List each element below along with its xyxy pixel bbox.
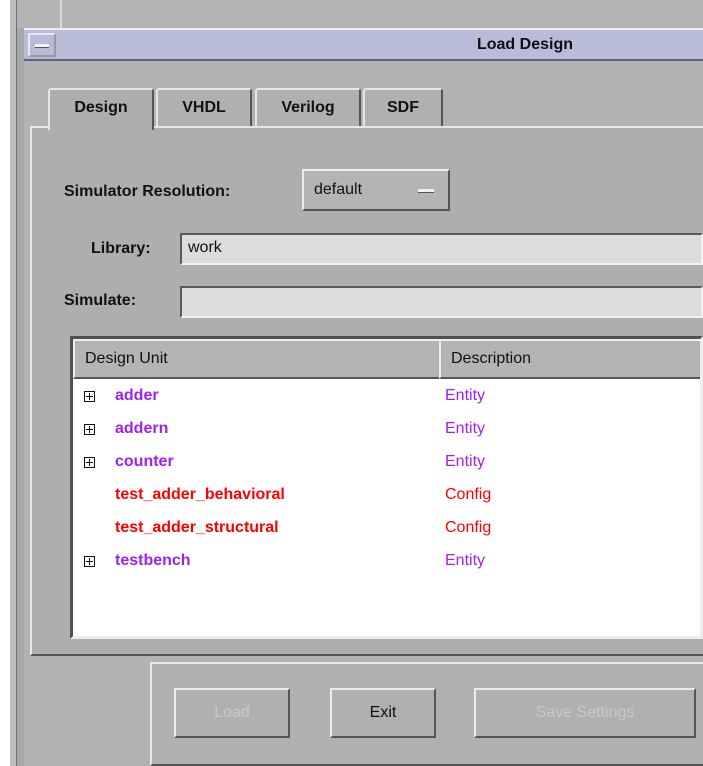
- design-unit-description: Entity: [445, 552, 486, 569]
- design-unit-name: addern: [115, 420, 169, 437]
- window-left-edge: [10, 0, 17, 766]
- expand-plus-icon[interactable]: [84, 391, 95, 402]
- list-item[interactable]: addern Entity: [73, 413, 700, 446]
- library-label: Library:: [91, 240, 151, 257]
- expand-plus-icon[interactable]: [84, 424, 95, 435]
- tab-vhdl[interactable]: VHDL: [156, 88, 252, 128]
- design-unit-name: test_adder_behavioral: [115, 486, 285, 503]
- resolution-value: default: [314, 181, 363, 198]
- top-divider: [60, 0, 62, 28]
- window-menu-button[interactable]: [28, 33, 56, 57]
- resolution-select[interactable]: default: [302, 169, 450, 211]
- design-unit-name: testbench: [115, 552, 191, 569]
- tab-sdf[interactable]: SDF: [363, 88, 443, 128]
- simulate-field[interactable]: [180, 286, 703, 318]
- list-item[interactable]: testbench Entity: [73, 545, 700, 578]
- design-unit-description: Entity: [445, 387, 486, 404]
- library-field[interactable]: work: [180, 233, 703, 265]
- list-item[interactable]: adder Entity: [73, 380, 700, 413]
- tab-verilog[interactable]: Verilog: [255, 88, 361, 128]
- list-item[interactable]: counter Entity: [73, 446, 700, 479]
- load-button[interactable]: Load: [174, 688, 290, 738]
- column-header-design-unit[interactable]: Design Unit: [73, 339, 441, 379]
- design-unit-description: Config: [445, 519, 492, 536]
- design-unit-name: test_adder_structural: [115, 519, 279, 536]
- design-unit-description: Entity: [445, 420, 486, 437]
- window-title: Load Design: [476, 36, 573, 53]
- button-bar: Load Exit Save Settings: [150, 662, 703, 766]
- design-unit-name: counter: [115, 453, 174, 470]
- design-unit-description: Entity: [445, 453, 486, 470]
- design-unit-name: adder: [115, 387, 159, 404]
- save-settings-button[interactable]: Save Settings: [474, 688, 696, 738]
- simulate-label: Simulate:: [64, 292, 137, 309]
- expand-plus-icon[interactable]: [84, 457, 95, 468]
- exit-button[interactable]: Exit: [330, 688, 436, 738]
- column-header-description[interactable]: Description: [439, 339, 700, 379]
- menu-bar-icon: [35, 44, 49, 48]
- list-item[interactable]: test_adder_behavioral Config: [73, 479, 700, 512]
- window-top-strip: [10, 0, 703, 28]
- option-menu-indicator-icon: [418, 189, 434, 193]
- list-item[interactable]: test_adder_structural Config: [73, 512, 700, 545]
- tab-design[interactable]: Design: [48, 88, 154, 130]
- expand-plus-icon[interactable]: [84, 556, 95, 567]
- design-unit-description: Config: [445, 486, 492, 503]
- resolution-label: Simulator Resolution:: [64, 183, 231, 200]
- list-header: Design Unit Description: [73, 339, 700, 379]
- design-unit-list[interactable]: Design Unit Description adder Entity add…: [70, 336, 703, 639]
- title-bar[interactable]: Load Design: [24, 28, 703, 61]
